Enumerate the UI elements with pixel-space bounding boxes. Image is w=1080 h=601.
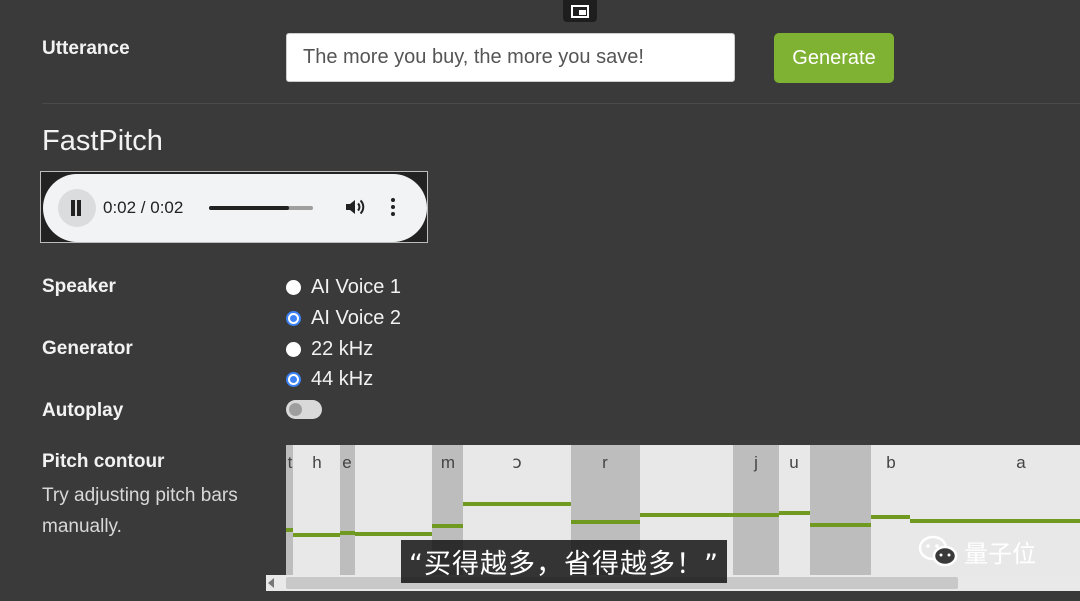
phoneme-label: r <box>602 453 608 472</box>
phoneme-label: m <box>441 453 455 472</box>
phoneme-label: b <box>886 453 895 472</box>
pitch-contour-label: Pitch contour <box>42 451 165 472</box>
speaker-label: Speaker <box>42 276 116 297</box>
watermark: 量子位 <box>918 534 1036 569</box>
phoneme-label: u <box>789 453 798 472</box>
wechat-logo-icon <box>918 535 958 566</box>
audio-progress-fill <box>209 206 290 210</box>
watermark-text: 量子位 <box>964 540 1036 568</box>
divider <box>42 103 1080 104</box>
phoneme-label: t <box>288 453 293 472</box>
audio-time: 0:02 / 0:02 <box>103 198 184 217</box>
phoneme-label: a <box>1016 453 1026 472</box>
utterance-input[interactable] <box>286 33 735 82</box>
speaker-option-2[interactable]: AI Voice 2 <box>286 307 401 330</box>
section-title: FastPitch <box>42 125 163 157</box>
speaker-radio-2[interactable] <box>286 311 301 326</box>
generator-option-label: 22 kHz <box>311 338 374 360</box>
picture-in-picture-icon[interactable] <box>563 0 597 22</box>
audio-player: 0:02 / 0:02 <box>43 174 427 242</box>
generator-radio-2[interactable] <box>286 372 301 387</box>
speaker-option-label: AI Voice 1 <box>311 276 402 298</box>
utterance-label: Utterance <box>42 38 130 59</box>
generate-button[interactable]: Generate <box>774 33 894 83</box>
more-options-icon[interactable] <box>391 198 397 220</box>
phoneme-label: j <box>753 453 758 472</box>
audio-progress-bar[interactable] <box>209 206 313 210</box>
generator-label: Generator <box>42 338 133 359</box>
generator-option-label: 44 kHz <box>311 368 374 390</box>
video-subtitle: “买得越多，省得越多！” <box>401 540 727 583</box>
volume-icon[interactable] <box>343 195 367 219</box>
speaker-option-label: AI Voice 2 <box>311 307 402 329</box>
generator-radio-1[interactable] <box>286 342 301 357</box>
generator-option-1[interactable]: 22 kHz <box>286 338 373 361</box>
pause-button[interactable] <box>58 189 96 227</box>
phoneme-label: h <box>312 453 321 472</box>
generator-option-2[interactable]: 44 kHz <box>286 368 373 391</box>
speaker-option-1[interactable]: AI Voice 1 <box>286 276 401 299</box>
audio-player-frame: 0:02 / 0:02 <box>40 171 428 243</box>
speaker-radio-1[interactable] <box>286 280 301 295</box>
phoneme-label: e <box>342 453 351 472</box>
phoneme-label: ɔ <box>512 453 521 473</box>
scroll-left-icon[interactable] <box>268 578 274 588</box>
autoplay-toggle[interactable] <box>286 400 322 419</box>
pitch-help-text: Try adjusting pitch bars manually. <box>42 485 238 537</box>
autoplay-label: Autoplay <box>42 400 124 421</box>
